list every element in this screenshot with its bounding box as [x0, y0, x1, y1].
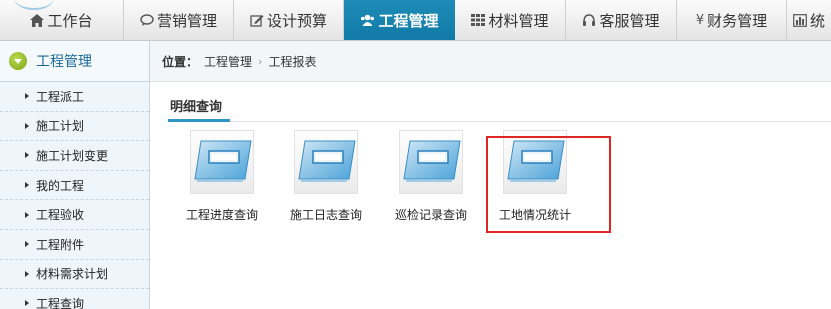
- breadcrumb-item[interactable]: 工程管理: [204, 53, 252, 70]
- sidebar-item-acceptance[interactable]: 工程验收: [0, 200, 149, 230]
- sidebar-item-label: 工程查询: [36, 296, 85, 309]
- sidebar-item-label: 工程验收: [36, 208, 85, 223]
- breadcrumb-item[interactable]: 工程报表: [268, 53, 316, 70]
- report-window-icon: [190, 130, 254, 194]
- yen-icon: ¥: [695, 12, 705, 28]
- home-icon: [30, 13, 45, 27]
- sidebar: 工程管理 工程派工 施工计划 施工计划变更 我的工程 工程验收 工程附件 材料需…: [0, 41, 150, 309]
- tab-marketing[interactable]: 营销管理: [124, 0, 234, 40]
- report-window-icon: [294, 130, 358, 194]
- tab-project-management[interactable]: 工程管理: [344, 0, 455, 40]
- chart-icon: [793, 13, 807, 27]
- grid-icon: [471, 14, 486, 26]
- tile-label: 施工日志查询: [289, 208, 362, 222]
- triangle-right-icon: [25, 270, 29, 277]
- sidebar-title: 工程管理: [36, 54, 92, 70]
- tab-divider: [168, 121, 831, 122]
- sidebar-item-label: 施工计划: [36, 119, 85, 134]
- headset-icon: [582, 13, 596, 27]
- tab-label: 工程管理: [378, 11, 439, 30]
- sidebar-item-construction-plan[interactable]: 施工计划: [0, 112, 149, 142]
- breadcrumb: 位置： 工程管理 › 工程报表: [150, 41, 831, 82]
- breadcrumb-prefix: 位置：: [162, 54, 199, 69]
- edit-icon: [250, 14, 264, 27]
- active-tab-underline: [168, 119, 230, 122]
- tile-progress-query[interactable]: 工程进度查询: [170, 130, 274, 226]
- tab-label: 财务管理: [707, 11, 768, 30]
- tab-label: 材料管理: [488, 11, 549, 30]
- tab-label: 设计预算: [266, 11, 327, 30]
- tab-finance[interactable]: ¥ 财务管理: [677, 0, 787, 40]
- tab-label: 统: [810, 11, 826, 30]
- sidebar-item-my-projects[interactable]: 我的工程: [0, 171, 149, 201]
- chat-icon: [140, 13, 154, 27]
- tile-inspection-query[interactable]: 巡检记录查询: [379, 130, 483, 226]
- tab-materials[interactable]: 材料管理: [455, 0, 566, 40]
- sidebar-item-attachments[interactable]: 工程附件: [0, 230, 149, 260]
- tile-label: 巡检记录查询: [394, 208, 467, 222]
- sidebar-item-plan-change[interactable]: 施工计划变更: [0, 141, 149, 171]
- tab-statistics[interactable]: 统: [787, 0, 831, 40]
- triangle-right-icon: [25, 93, 29, 100]
- collapse-arrow-icon: [9, 52, 27, 70]
- triangle-right-icon: [25, 122, 29, 129]
- tab-detail-query[interactable]: 明细查询: [170, 96, 222, 115]
- sidebar-item-label: 材料需求计划: [36, 267, 109, 282]
- triangle-right-icon: [25, 211, 29, 218]
- triangle-right-icon: [25, 241, 29, 248]
- tab-label: 工作台: [47, 11, 93, 30]
- report-window-icon: [399, 130, 463, 194]
- tab-customer-service[interactable]: 客服管理: [566, 0, 677, 40]
- tab-design-budget[interactable]: 设计预算: [234, 0, 344, 40]
- tile-construction-log-query[interactable]: 施工日志查询: [274, 130, 378, 226]
- sidebar-header[interactable]: 工程管理: [0, 41, 149, 82]
- tab-workbench[interactable]: 工作台: [0, 0, 124, 40]
- triangle-right-icon: [25, 300, 29, 307]
- sidebar-item-project-dispatch[interactable]: 工程派工: [0, 82, 149, 112]
- selection-highlight: [486, 136, 611, 233]
- sidebar-item-material-plan[interactable]: 材料需求计划: [0, 260, 149, 290]
- top-navigation: 工作台 营销管理 设计预算 工程管理 材料管理 客服管理 ¥ 财务管理 统: [0, 0, 831, 41]
- triangle-right-icon: [25, 152, 29, 159]
- users-icon: [360, 14, 375, 27]
- tab-label: 营销管理: [156, 11, 217, 30]
- tile-label: 工程进度查询: [185, 208, 258, 222]
- triangle-right-icon: [25, 182, 29, 189]
- sidebar-item-label: 工程附件: [36, 237, 85, 252]
- sidebar-item-label: 工程派工: [36, 89, 85, 104]
- breadcrumb-separator: ›: [258, 54, 263, 68]
- sidebar-item-project-query[interactable]: 工程查询: [0, 289, 149, 309]
- tab-label: 客服管理: [599, 11, 660, 30]
- sidebar-item-label: 我的工程: [36, 178, 85, 193]
- sidebar-item-label: 施工计划变更: [36, 148, 109, 163]
